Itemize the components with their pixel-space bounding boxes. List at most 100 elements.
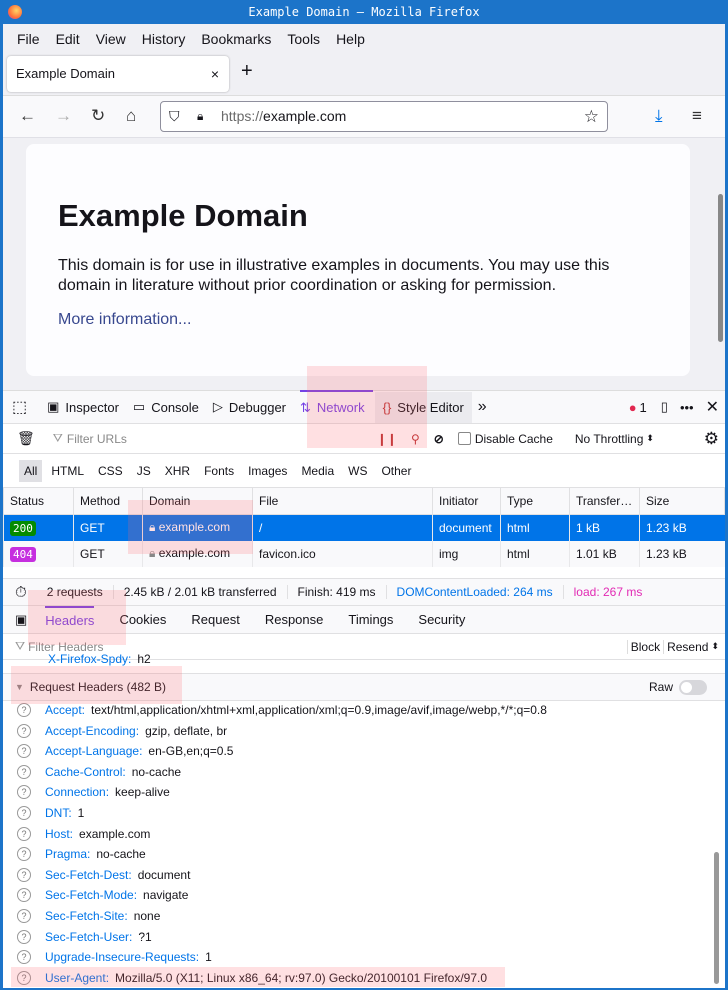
resend-button[interactable]: Resend [663, 639, 711, 654]
help-icon[interactable]: ? [17, 764, 31, 779]
header-row[interactable]: ? Pragma: no-cache [17, 844, 146, 864]
responsive-design-icon[interactable]: ▯ [661, 399, 668, 415]
more-options-icon[interactable]: ••• [680, 400, 694, 415]
home-icon[interactable]: ⌂ [126, 106, 136, 126]
more-tabs-chevron-icon[interactable]: » [478, 398, 487, 416]
filter-headers-input[interactable]: Filter Headers [28, 640, 103, 654]
element-picker-icon[interactable]: ⬚ [12, 397, 27, 417]
col-size[interactable]: Size [639, 487, 725, 515]
bookmark-star-icon[interactable]: ☆ [584, 102, 599, 131]
header-row[interactable]: ? Cache-Control: no-cache [17, 762, 181, 782]
filter-xhr[interactable]: XHR [165, 464, 190, 478]
tab-headers[interactable]: Headers [45, 606, 95, 633]
filter-js[interactable]: JS [137, 464, 151, 478]
lock-icon[interactable]: 🔒︎ [197, 102, 203, 131]
header-row[interactable]: ? Sec-Fetch-Mode: navigate [17, 885, 188, 905]
back-icon[interactable]: ← [19, 106, 36, 126]
menu-bookmarks[interactable]: Bookmarks [198, 24, 281, 54]
browser-tab[interactable]: Example Domain × [7, 56, 229, 92]
menu-tools[interactable]: Tools [284, 24, 330, 54]
help-icon[interactable]: ? [17, 929, 31, 944]
col-initiator[interactable]: Initiator [432, 487, 501, 515]
header-row[interactable]: ? Sec-Fetch-User: ?1 [17, 927, 152, 947]
table-row[interactable]: 404 GET 🔒︎ example.com favicon.ico img h… [3, 540, 725, 567]
header-row[interactable]: ? Accept: text/html,application/xhtml+xml,… [17, 700, 547, 720]
help-icon[interactable]: ? [17, 723, 31, 738]
close-devtools-icon[interactable]: ✕ [706, 397, 719, 417]
help-icon[interactable]: ? [17, 847, 31, 862]
downloads-icon[interactable]: ⤓ [655, 106, 663, 126]
collapse-triangle-icon[interactable]: ▼ [15, 682, 24, 692]
tab-request[interactable]: Request [191, 612, 239, 627]
tab-console[interactable]: Console [151, 400, 199, 415]
hamburger-menu-icon[interactable]: ≡ [692, 106, 702, 126]
trash-icon[interactable]: 🗑︎ [17, 430, 35, 447]
tab-style-editor[interactable]: {} Style Editor [374, 391, 472, 423]
request-headers-title[interactable]: Request Headers (482 B) [30, 680, 166, 694]
col-method[interactable]: Method [73, 487, 143, 515]
header-row[interactable]: ? Connection: keep-alive [17, 782, 170, 802]
disable-cache-checkbox[interactable] [457, 432, 471, 445]
help-icon[interactable]: ? [17, 909, 31, 923]
header-row[interactable]: ? Sec-Fetch-Dest: document [17, 865, 190, 885]
close-tab-icon[interactable]: × [211, 56, 219, 92]
help-icon[interactable]: ? [17, 785, 31, 800]
menu-file[interactable]: File [14, 24, 50, 54]
header-row[interactable]: ? Upgrade-Insecure-Requests: 1 [17, 947, 212, 967]
help-icon[interactable]: ? [17, 806, 31, 820]
tab-timings[interactable]: Timings [348, 612, 393, 627]
help-icon[interactable]: ? [17, 867, 31, 882]
col-type[interactable]: Type [500, 487, 570, 515]
headers-scrollbar[interactable] [714, 852, 719, 984]
pause-icon[interactable]: ❙❙ [377, 432, 397, 446]
tab-network[interactable]: ⇅ Network [300, 390, 373, 424]
menu-help[interactable]: Help [333, 24, 375, 54]
block-icon[interactable]: ⊘ [434, 432, 444, 446]
filter-html[interactable]: HTML [51, 464, 84, 478]
toggle-sidebar-icon[interactable]: ▣ [15, 612, 27, 628]
header-row[interactable]: ? Accept-Encoding: gzip, deflate, br [17, 721, 227, 741]
tab-response[interactable]: Response [265, 612, 324, 627]
tab-security[interactable]: Security [418, 612, 465, 627]
header-row[interactable]: ? Accept-Language: en-GB,en;q=0.5 [17, 741, 233, 761]
filter-css[interactable]: CSS [98, 464, 123, 478]
reload-icon[interactable]: ↻ [91, 106, 105, 126]
menu-view[interactable]: View [93, 24, 136, 54]
help-icon[interactable]: ? [17, 970, 31, 985]
filter-urls-input[interactable]: Filter URLs [67, 432, 367, 446]
table-row[interactable]: 200 GET 🔒︎ example.com / document html 1… [3, 514, 725, 541]
new-tab-button[interactable]: + [241, 60, 253, 83]
filter-all[interactable]: All [19, 460, 43, 482]
help-icon[interactable]: ? [17, 703, 31, 717]
help-icon[interactable]: ? [17, 826, 31, 841]
filter-images[interactable]: Images [248, 464, 287, 478]
url-bar[interactable]: ⛉ 🔒︎ https://example.com ☆ [160, 101, 608, 132]
filter-other[interactable]: Other [381, 464, 411, 478]
menu-history[interactable]: History [139, 24, 196, 54]
col-domain[interactable]: Domain [142, 487, 253, 515]
search-icon[interactable]: ⚲ [411, 432, 420, 446]
filter-fonts[interactable]: Fonts [204, 464, 234, 478]
tab-inspector[interactable]: Inspector [65, 400, 118, 415]
block-button[interactable]: Block [626, 639, 663, 654]
help-icon[interactable]: ? [17, 744, 31, 759]
col-file[interactable]: File [252, 487, 433, 515]
tab-cookies[interactable]: Cookies [119, 612, 166, 627]
menu-edit[interactable]: Edit [53, 24, 90, 54]
error-icon[interactable]: ● [629, 400, 637, 415]
shield-icon[interactable]: ⛉ [169, 102, 180, 131]
error-count[interactable]: 1 [640, 400, 647, 415]
header-row[interactable]: ? Host: example.com [17, 824, 150, 844]
col-transferred[interactable]: Transfer… [569, 487, 640, 515]
filter-ws[interactable]: WS [348, 464, 367, 478]
col-status[interactable]: Status [3, 487, 74, 515]
header-row[interactable]: ? DNT: 1 [17, 803, 84, 823]
page-scrollbar[interactable] [718, 194, 723, 342]
help-icon[interactable]: ? [17, 888, 31, 903]
help-icon[interactable]: ? [17, 950, 31, 965]
request-headers-section[interactable]: ▼ Request Headers (482 B) Raw [3, 673, 725, 701]
settings-gear-icon[interactable]: ⚙ [704, 429, 719, 449]
filter-media[interactable]: Media [301, 464, 334, 478]
more-info-link[interactable]: More information... [58, 311, 191, 328]
header-row[interactable]: ? User-Agent: Mozilla/5.0 (X11; Linux x86_… [17, 968, 487, 988]
